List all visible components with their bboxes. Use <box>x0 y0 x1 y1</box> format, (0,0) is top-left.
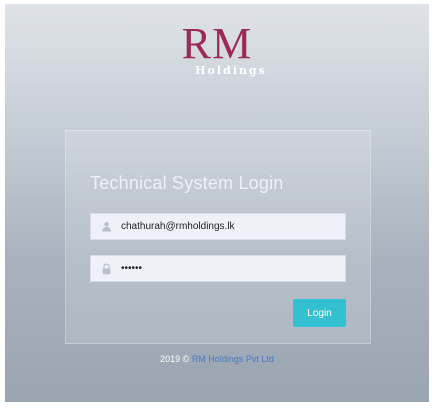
user-icon <box>99 220 113 234</box>
logo-subtitle: Holdings <box>195 64 267 77</box>
footer: 2019 © RM Holdings Pvt Ltd <box>5 354 429 364</box>
login-title: Technical System Login <box>90 173 284 193</box>
logo-brand: RM <box>181 19 253 68</box>
password-field[interactable] <box>90 255 346 282</box>
login-page: RM Holdings Technical System Login L <box>5 4 429 402</box>
lock-icon <box>99 262 113 276</box>
footer-copyright: 2019 © <box>160 354 190 364</box>
username-field[interactable] <box>90 213 346 240</box>
login-button[interactable]: Login <box>293 299 346 327</box>
footer-company-link[interactable]: RM Holdings Pvt Ltd <box>192 354 274 364</box>
password-input[interactable] <box>121 258 331 279</box>
company-logo: RM Holdings <box>5 19 429 78</box>
login-panel: Technical System Login Login <box>65 130 371 344</box>
username-input[interactable] <box>121 216 331 237</box>
